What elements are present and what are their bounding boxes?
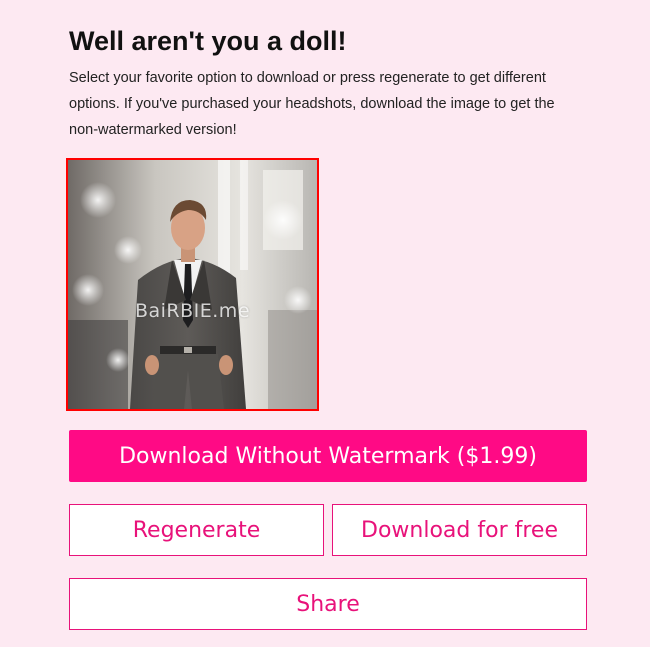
download-for-free-button[interactable]: Download for free [332, 504, 587, 556]
headshot-result-page: Well aren't you a doll! Select your favo… [0, 0, 650, 647]
headshot-illustration [68, 160, 317, 409]
regenerate-button[interactable]: Regenerate [69, 504, 324, 556]
share-button[interactable]: Share [69, 578, 587, 630]
download-without-watermark-button[interactable]: Download Without Watermark ($1.99) [69, 430, 587, 482]
page-title: Well aren't you a doll! [69, 26, 347, 56]
watermark-text: BaiRBIE.me [134, 300, 251, 322]
instructions-text: Select your favorite option to download … [69, 70, 555, 138]
generated-headshot-image[interactable]: BaiRBIE.me [66, 158, 319, 411]
